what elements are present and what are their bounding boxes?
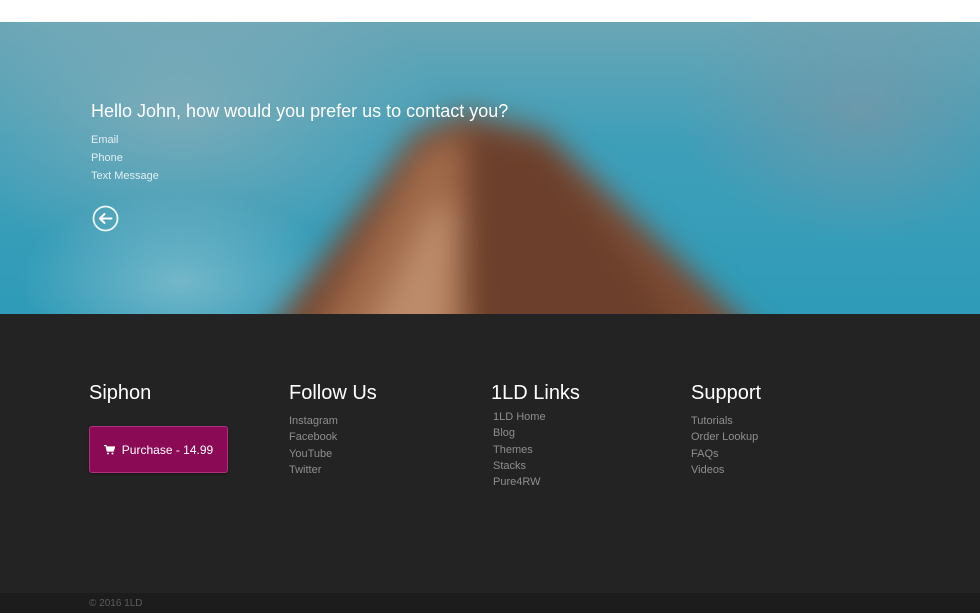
link-tutorials[interactable]: Tutorials [691,413,761,429]
brand-title: Siphon [89,382,152,404]
link-themes[interactable]: Themes [493,442,580,458]
option-text-message[interactable]: Text Message [91,167,508,185]
link-blog[interactable]: Blog [493,425,580,441]
link-order-lookup[interactable]: Order Lookup [691,429,761,445]
link-youtube[interactable]: YouTube [289,446,377,462]
footer-support-column: Support Tutorials Order Lookup FAQs Vide… [691,380,761,478]
support-title: Support [691,382,762,404]
cart-icon [103,444,115,454]
link-faqs[interactable]: FAQs [691,446,761,462]
link-pure4rw[interactable]: Pure4RW [493,474,580,490]
1ld-links-title: 1LD Links [491,382,580,404]
site-footer: Siphon Purchase - 14.99 Follow Us Instag… [0,314,980,593]
link-facebook[interactable]: Facebook [289,429,377,445]
follow-title: Follow Us [289,382,377,404]
link-stacks[interactable]: Stacks [493,458,580,474]
footer-brand-column: Siphon [89,380,151,406]
link-1ld-home[interactable]: 1LD Home [493,409,580,425]
copyright-text: © 2016 1LD [89,598,143,609]
back-button[interactable] [92,205,119,232]
footer-1ld-links-column: 1LD Links 1LD Home Blog Themes Stacks Pu… [491,380,580,490]
contact-prompt: Hello John, how would you prefer us to c… [91,100,508,185]
footer-follow-column: Follow Us Instagram Facebook YouTube Twi… [289,380,377,478]
option-phone[interactable]: Phone [91,149,508,167]
copyright-bar: © 2016 1LD [0,593,980,613]
contact-question: Hello John, how would you prefer us to c… [91,101,509,121]
purchase-button[interactable]: Purchase - 14.99 [89,426,228,473]
link-instagram[interactable]: Instagram [289,413,377,429]
hero-section: Hello John, how would you prefer us to c… [0,22,980,314]
top-bar [0,0,980,22]
link-videos[interactable]: Videos [691,462,761,478]
arrow-left-circle-icon [92,205,119,232]
purchase-label: Purchase - 14.99 [121,442,214,457]
option-email[interactable]: Email [91,131,508,149]
link-twitter[interactable]: Twitter [289,462,377,478]
